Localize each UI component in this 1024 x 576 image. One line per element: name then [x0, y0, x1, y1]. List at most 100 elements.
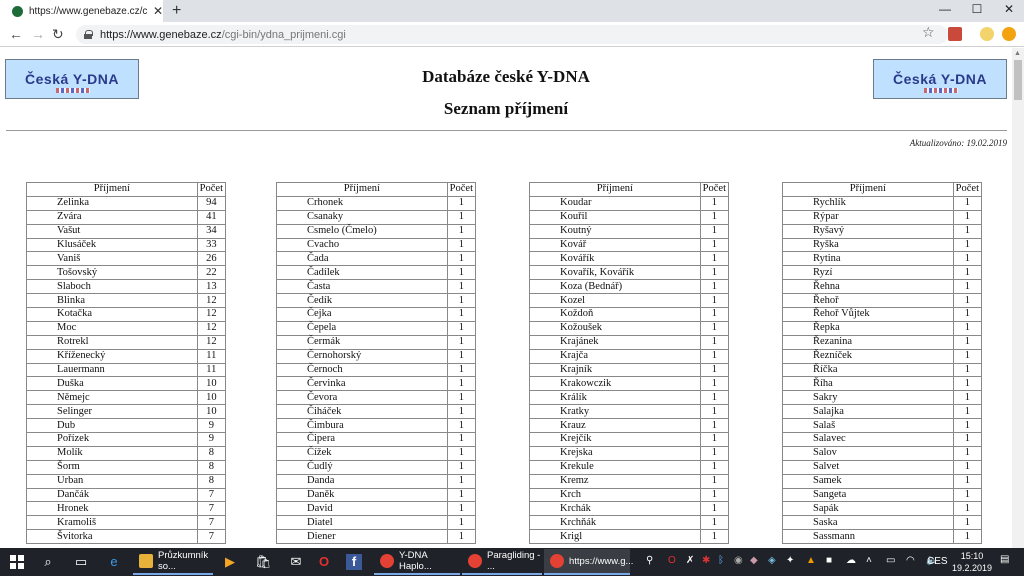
count-cell: 1 — [699, 209, 730, 225]
tray-app-icon[interactable]: ◈ — [768, 555, 776, 566]
search-icon[interactable]: ⌕ — [40, 554, 56, 570]
count-cell: 7 — [196, 487, 227, 503]
media-player-icon[interactable]: ▶ — [222, 554, 238, 570]
table-row: Zvára 41 — [26, 209, 227, 225]
surname-cell: Zvára — [26, 209, 198, 225]
count-cell: 1 — [446, 390, 477, 406]
tray-app-icon[interactable]: ✱ — [702, 555, 710, 566]
count-cell: 1 — [952, 209, 983, 225]
surname-cell: Šorm — [26, 459, 198, 475]
count-cell: 1 — [952, 376, 983, 392]
surname-cell: Rýpar — [782, 209, 954, 225]
bluetooth-icon[interactable]: ᛒ — [718, 555, 724, 566]
table-row: Csanaky 1 — [276, 209, 477, 225]
maximize-button[interactable]: ☐ — [962, 2, 992, 16]
surname-cell: Řehoř — [782, 293, 954, 309]
taskbar-task-chrome-2[interactable]: Paragliding - ... — [462, 549, 542, 575]
count-cell: 8 — [196, 459, 227, 475]
back-button[interactable]: ← — [9, 26, 23, 42]
scroll-up-icon[interactable]: ▲ — [1014, 50, 1021, 57]
url-text: https://www.genebaze.cz/cgi-bin/ydna_pri… — [100, 28, 346, 41]
chevron-up-icon[interactable]: ˄ — [866, 555, 872, 566]
minimize-button[interactable]: — — [930, 2, 960, 16]
page-scrollbar[interactable]: ▲ — [1012, 48, 1024, 548]
count-cell: 1 — [446, 293, 477, 309]
bookmark-star-icon[interactable]: ☆ — [922, 24, 935, 41]
surname-cell: Selinger — [26, 404, 198, 420]
start-button[interactable] — [10, 555, 24, 569]
table-row: Salaš 1 — [782, 418, 983, 434]
tray-app-icon[interactable]: ✗ — [686, 555, 694, 566]
count-cell: 12 — [196, 293, 227, 309]
table-row: Čermák 1 — [276, 334, 477, 350]
count-cell: 1 — [952, 293, 983, 309]
notification-center-icon[interactable]: ▤ — [1000, 554, 1009, 565]
task-view-icon[interactable]: ▭ — [73, 554, 89, 570]
table-row: Tošovský 22 — [26, 265, 227, 281]
edge-icon[interactable]: e — [106, 554, 122, 570]
address-bar[interactable]: https://www.genebaze.cz/cgi-bin/ydna_pri… — [76, 25, 948, 44]
forward-button[interactable]: → — [31, 26, 45, 42]
count-cell: 1 — [952, 529, 983, 545]
table-row: Kovářík 1 — [529, 251, 730, 267]
close-window-button[interactable]: ✕ — [994, 2, 1024, 16]
count-cell: 1 — [446, 445, 477, 461]
table-row: Řezníček 1 — [782, 348, 983, 364]
count-cell: 1 — [952, 307, 983, 322]
surname-cell: Čevora — [276, 390, 448, 406]
profile-avatar-icon[interactable] — [980, 27, 994, 41]
taskbar-task-chrome-3[interactable]: https://www.g... — [544, 549, 633, 575]
table-row: Kouřil 1 — [529, 209, 730, 225]
surname-cell: Kříženecký — [26, 348, 198, 364]
opera-icon[interactable]: O — [316, 554, 332, 570]
site-favicon-icon — [12, 5, 23, 17]
taskbar-task-explorer[interactable]: Průzkumník so... — [133, 549, 213, 575]
close-tab-icon[interactable]: ✕ — [153, 4, 163, 18]
tray-app-icon[interactable]: ◆ — [750, 555, 758, 566]
count-cell: 1 — [952, 334, 983, 350]
table-row: David 1 — [276, 501, 477, 517]
table-row: Králík 1 — [529, 390, 730, 406]
table-row: Černohorský 1 — [276, 348, 477, 364]
tray-app-icon[interactable]: ◉ — [734, 555, 743, 566]
surname-cell: Řehna — [782, 279, 954, 295]
surname-table-3: Příjmení Počet Koudar 1 Kouřil 1 Koutný 1 Ková… — [529, 182, 730, 545]
lock-icon — [84, 30, 93, 39]
surname-cell: Rytina — [782, 251, 954, 267]
people-icon[interactable]: ⚲ — [646, 555, 653, 566]
table-row: Danda 1 — [276, 473, 477, 489]
surname-cell: Krakowczik — [529, 376, 701, 392]
clock[interactable]: 15:10 19.2.2019 — [950, 550, 994, 574]
facebook-icon[interactable]: f — [346, 554, 362, 570]
count-cell: 10 — [196, 376, 227, 392]
count-cell: 1 — [446, 237, 477, 253]
table-row: Červinka 1 — [276, 376, 477, 392]
store-icon[interactable]: 🛍 — [255, 554, 272, 570]
battery-icon[interactable]: ▭ — [886, 555, 895, 566]
count-cell: 1 — [446, 279, 477, 295]
count-cell: 1 — [699, 251, 730, 267]
table-row: Čedík 1 — [276, 293, 477, 309]
count-cell: 9 — [196, 432, 227, 447]
surname-cell: Krchák — [529, 501, 701, 517]
mail-icon[interactable]: ✉ — [288, 554, 304, 570]
language-indicator[interactable]: CES — [927, 556, 948, 567]
reload-button[interactable]: ↻ — [52, 26, 64, 43]
table-row: Krigl 1 — [529, 529, 730, 545]
cloud-icon[interactable]: ☁ — [846, 555, 856, 566]
wifi-icon[interactable]: ◠ — [906, 555, 915, 566]
extension-icon[interactable] — [1002, 27, 1016, 41]
table-row: Řehna 1 — [782, 279, 983, 295]
pdf-extension-icon[interactable] — [948, 27, 962, 41]
table-row: Časta 1 — [276, 279, 477, 295]
browser-tab[interactable]: https://www.genebaze.cz/cgi-bin ✕ — [0, 0, 163, 22]
surname-cell: Němejc — [26, 390, 198, 406]
dropbox-icon[interactable]: ✦ — [786, 555, 794, 566]
tray-app-icon[interactable]: ▲ — [806, 555, 816, 566]
taskbar-task-chrome-1[interactable]: Y-DNA Haplo... — [374, 549, 460, 575]
tray-app-icon[interactable]: ■ — [826, 555, 832, 566]
scrollbar-thumb[interactable] — [1014, 60, 1022, 100]
new-tab-button[interactable]: + — [172, 2, 181, 20]
updated-date: Aktualizováno: 19.02.2019 — [909, 138, 1007, 148]
opera-tray-icon[interactable]: O — [668, 555, 676, 566]
